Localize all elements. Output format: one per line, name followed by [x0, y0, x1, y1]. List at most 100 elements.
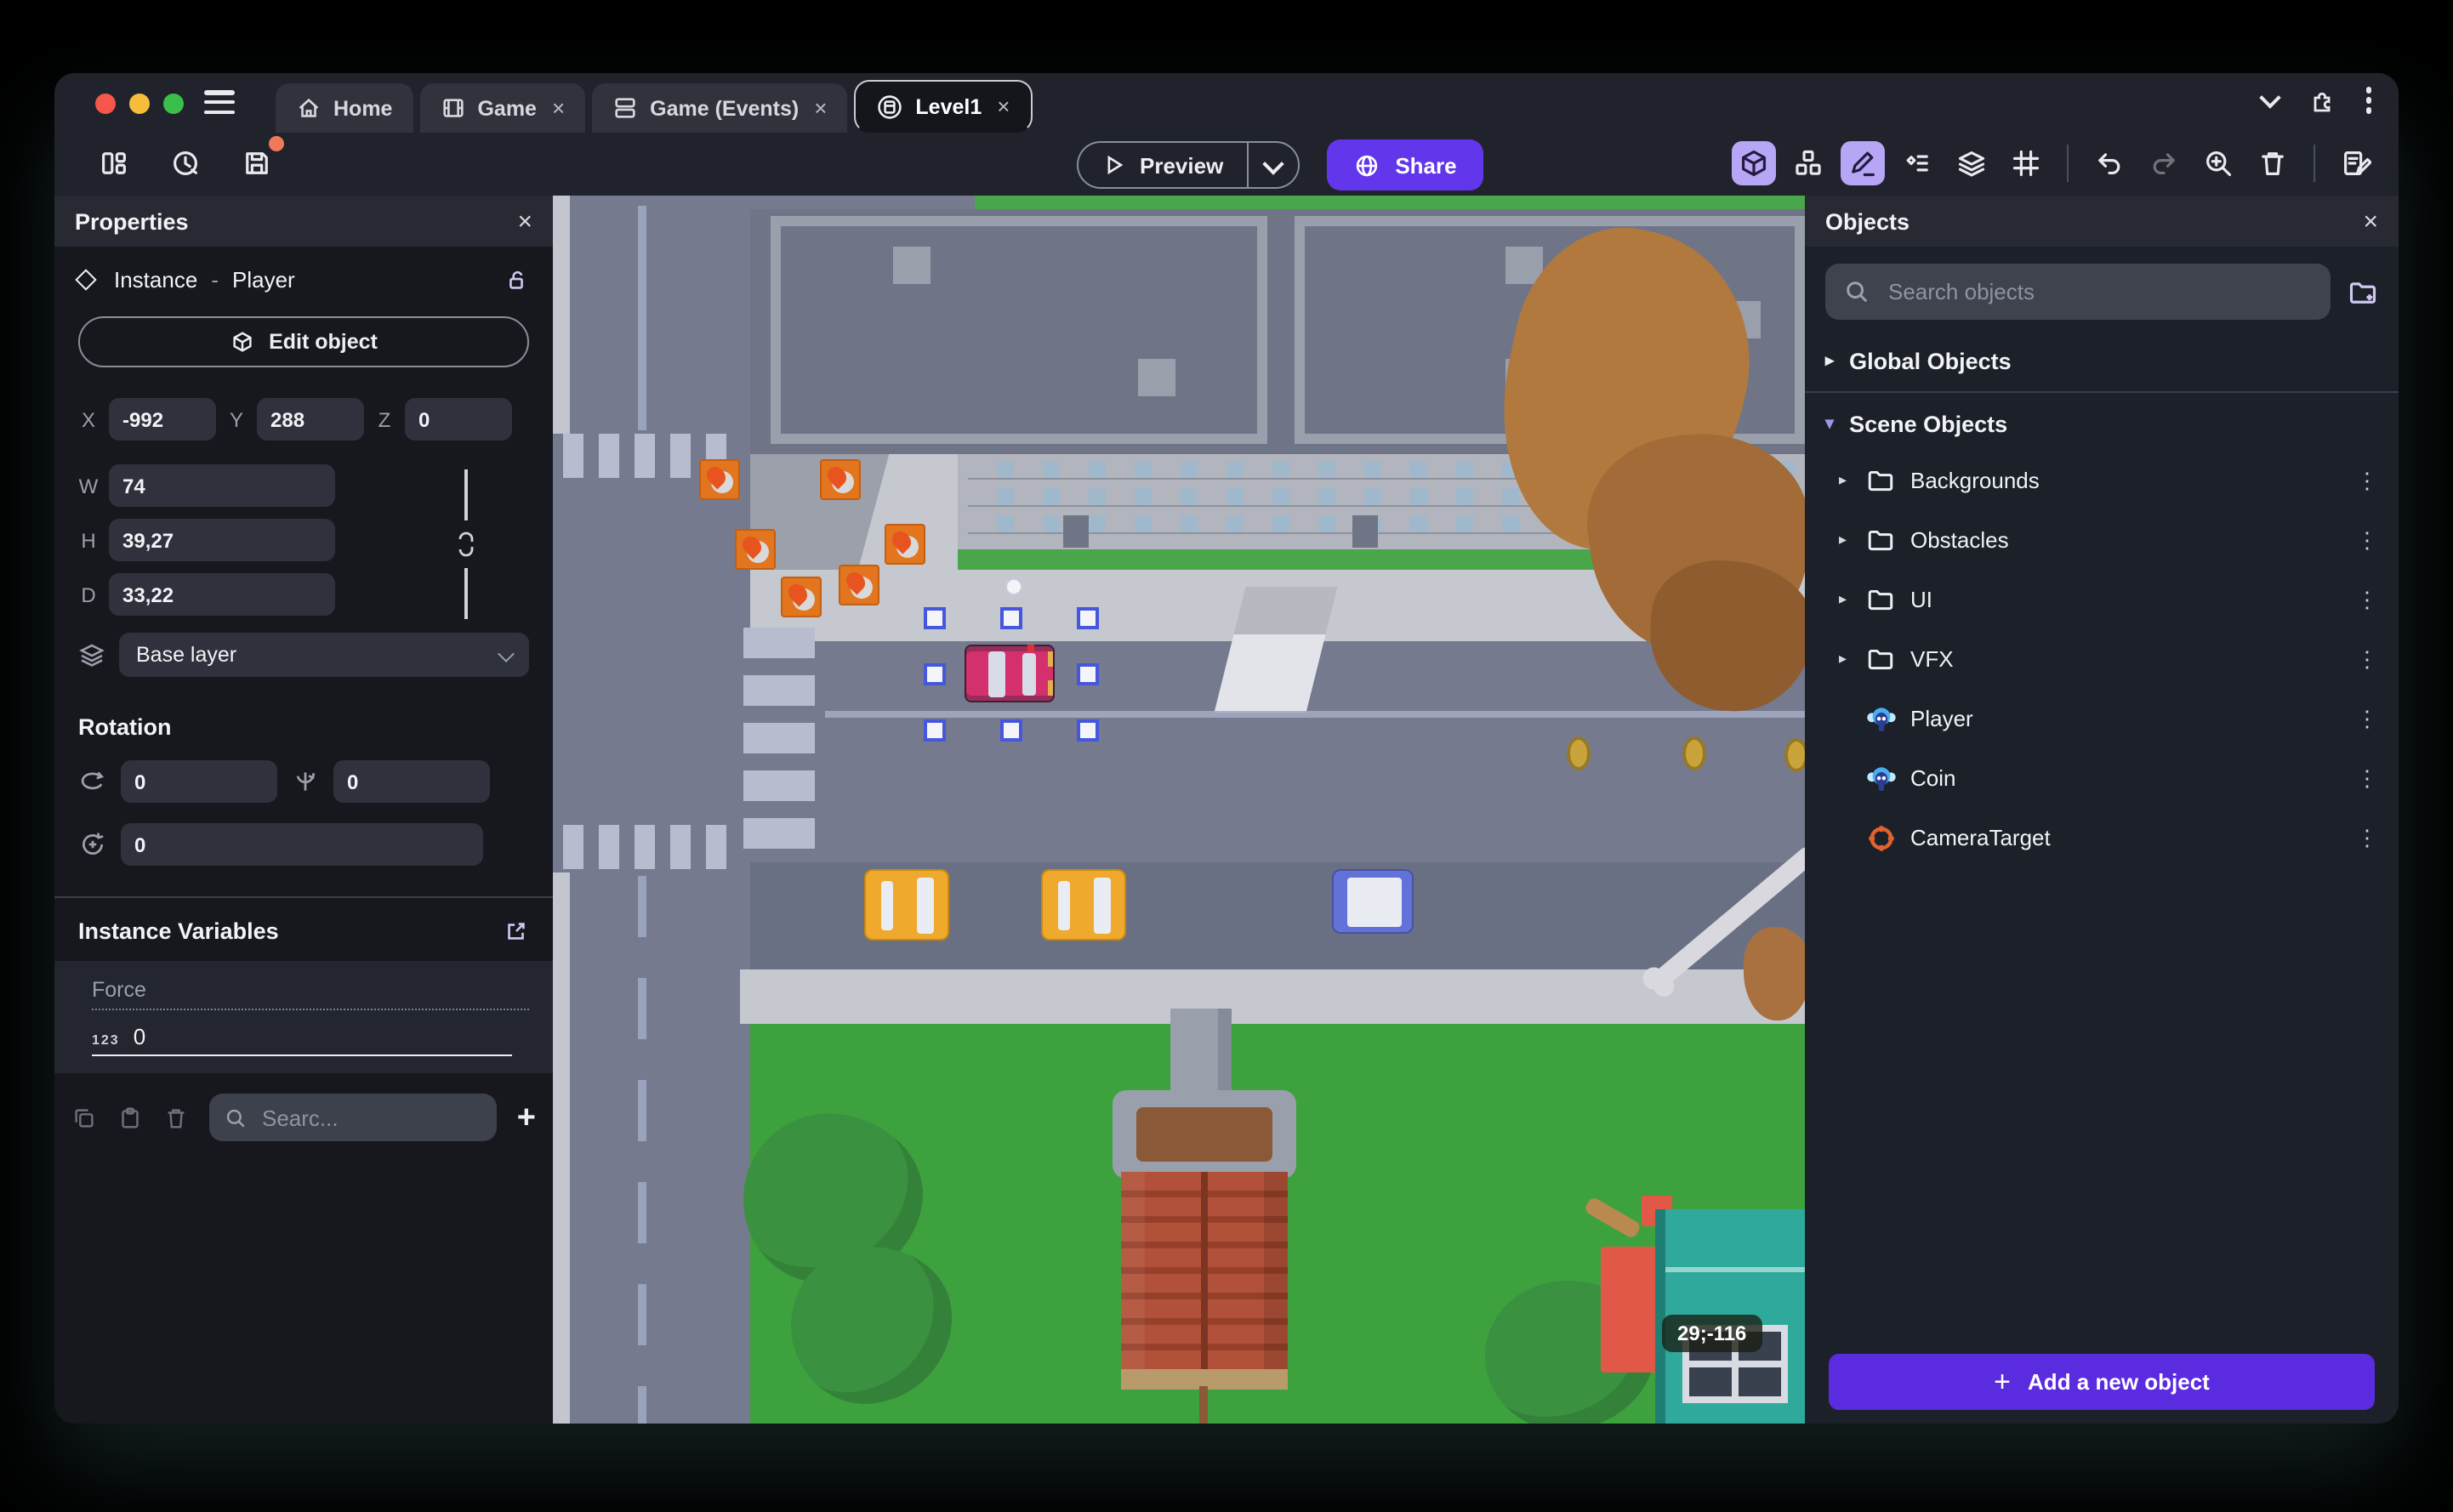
zoom-in-icon[interactable] [2196, 141, 2240, 185]
row-menu-icon[interactable]: ⋮ [2356, 824, 2378, 851]
rotation-y-input[interactable] [333, 760, 490, 803]
row-menu-icon[interactable]: ⋮ [2356, 586, 2378, 613]
scene-canvas[interactable]: 29;-116 [553, 196, 1805, 1424]
object-row-cameratarget[interactable]: CameraTarget ⋮ [1805, 808, 2399, 867]
chevron-down-icon[interactable] [2258, 86, 2280, 108]
open-external-icon[interactable] [504, 918, 529, 944]
history-icon[interactable] [163, 141, 208, 185]
scene-crate-obstacle[interactable] [839, 565, 879, 605]
scene-objects-group[interactable]: ▾ Scene Objects [1805, 396, 2399, 451]
paste-icon[interactable] [117, 1105, 143, 1130]
resize-handle[interactable] [1077, 663, 1099, 685]
trash-icon[interactable] [163, 1105, 189, 1130]
preview-button[interactable]: Preview [1077, 141, 1300, 189]
variables-search-input[interactable] [259, 1103, 378, 1132]
close-objects-icon[interactable]: × [2363, 207, 2378, 236]
scene-coin[interactable] [1567, 736, 1591, 770]
edit-pencil-icon[interactable] [1841, 141, 1885, 185]
folder-row-backgrounds[interactable]: ▸ Backgrounds ⋮ [1805, 451, 2399, 510]
tab-close-icon[interactable]: × [997, 94, 1010, 119]
tab-game-events[interactable]: Game (Events) × [592, 83, 848, 133]
tab-close-icon[interactable]: × [814, 95, 827, 121]
scene-crate-obstacle[interactable] [699, 459, 740, 500]
edit-object-button[interactable]: Edit object [78, 316, 529, 367]
scene-coin[interactable] [1784, 738, 1805, 772]
resize-handle[interactable] [1077, 607, 1099, 629]
width-input[interactable] [109, 464, 335, 507]
variable-name[interactable]: Force [92, 975, 529, 1010]
row-menu-icon[interactable]: ⋮ [2356, 705, 2378, 732]
layers-icon[interactable] [1949, 141, 1994, 185]
add-new-object-button[interactable]: + Add a new object [1829, 1354, 2375, 1410]
scene-coin[interactable] [1682, 736, 1706, 770]
row-menu-icon[interactable]: ⋮ [2356, 765, 2378, 792]
save-icon[interactable] [235, 136, 284, 185]
scene-rock[interactable] [1645, 555, 1805, 717]
instances-list-icon[interactable] [1895, 141, 1939, 185]
resize-handle[interactable] [1000, 719, 1022, 742]
browser-menu-icon[interactable] [2365, 87, 2371, 114]
row-menu-icon[interactable]: ⋮ [2356, 645, 2378, 673]
unlock-icon[interactable] [504, 267, 529, 293]
minimize-window-button[interactable] [129, 94, 150, 114]
maximize-window-button[interactable] [163, 94, 184, 114]
scene-crate-obstacle[interactable] [781, 577, 822, 617]
z-input[interactable] [405, 398, 512, 441]
add-variable-button[interactable]: + [517, 1101, 536, 1134]
extensions-puzzle-icon[interactable] [2308, 87, 2335, 114]
panels-layout-icon[interactable] [92, 141, 136, 185]
y-input[interactable] [257, 398, 364, 441]
depth-input[interactable] [109, 573, 335, 616]
preview-options-dropdown[interactable] [1249, 152, 1298, 174]
tab-label: Level1 [915, 94, 982, 118]
x-input[interactable] [109, 398, 216, 441]
undo-icon[interactable] [2087, 141, 2131, 185]
tab-level1[interactable]: Level1 × [854, 80, 1033, 133]
scene-crate-obstacle[interactable] [885, 524, 925, 565]
global-objects-group[interactable]: ▸ Global Objects [1805, 333, 2399, 388]
delete-trash-icon[interactable] [2251, 141, 2295, 185]
close-window-button[interactable] [95, 94, 116, 114]
film-icon [442, 99, 464, 117]
copy-icon[interactable] [71, 1105, 97, 1130]
tab-game[interactable]: Game × [419, 83, 586, 133]
share-button[interactable]: Share [1327, 139, 1484, 190]
scene-crate-obstacle[interactable] [735, 529, 776, 570]
row-menu-icon[interactable]: ⋮ [2356, 526, 2378, 554]
scene-taxi-car[interactable] [864, 869, 949, 941]
scene-properties-icon[interactable] [2334, 141, 2378, 185]
redo-icon[interactable] [2142, 141, 2186, 185]
tab-close-icon[interactable]: × [552, 95, 565, 121]
layer-select[interactable]: Base layer [119, 633, 529, 677]
row-menu-icon[interactable]: ⋮ [2356, 467, 2378, 494]
scene-taxi-car[interactable] [1041, 869, 1126, 941]
rotation-x-input[interactable] [121, 760, 277, 803]
folder-row-ui[interactable]: ▸ UI ⋮ [1805, 570, 2399, 629]
resize-handle[interactable] [1077, 719, 1099, 742]
resize-handle[interactable] [924, 663, 946, 685]
close-properties-icon[interactable]: × [517, 207, 532, 236]
object-row-player[interactable]: Player ⋮ [1805, 689, 2399, 748]
grid-icon[interactable] [2004, 141, 2048, 185]
hamburger-menu-icon[interactable] [204, 90, 235, 114]
objects-search-input[interactable] [1885, 277, 2312, 306]
resize-handle[interactable] [924, 719, 946, 742]
variable-value-row[interactable]: 123 0 [92, 1024, 512, 1056]
folder-row-vfx[interactable]: ▸ VFX ⋮ [1805, 629, 2399, 689]
height-input[interactable] [109, 519, 335, 561]
3d-view-toggle-icon[interactable] [1732, 141, 1776, 185]
rotation-handle[interactable] [1005, 578, 1022, 595]
resize-handle[interactable] [924, 607, 946, 629]
resize-handle[interactable] [1000, 607, 1022, 629]
folder-row-obstacles[interactable]: ▸ Obstacles ⋮ [1805, 510, 2399, 570]
tab-home[interactable]: Home [276, 83, 413, 133]
objects-search[interactable] [1825, 264, 2331, 320]
scene-crate-obstacle[interactable] [820, 459, 861, 500]
scene-blue-car[interactable] [1332, 869, 1414, 934]
objects-cubes-icon[interactable] [1786, 141, 1830, 185]
lock-ratio-link[interactable] [454, 469, 478, 619]
variables-search[interactable] [209, 1094, 497, 1141]
rotation-z-input[interactable] [121, 823, 483, 866]
add-folder-icon[interactable] [2348, 276, 2378, 307]
object-row-coin[interactable]: Coin ⋮ [1805, 748, 2399, 808]
